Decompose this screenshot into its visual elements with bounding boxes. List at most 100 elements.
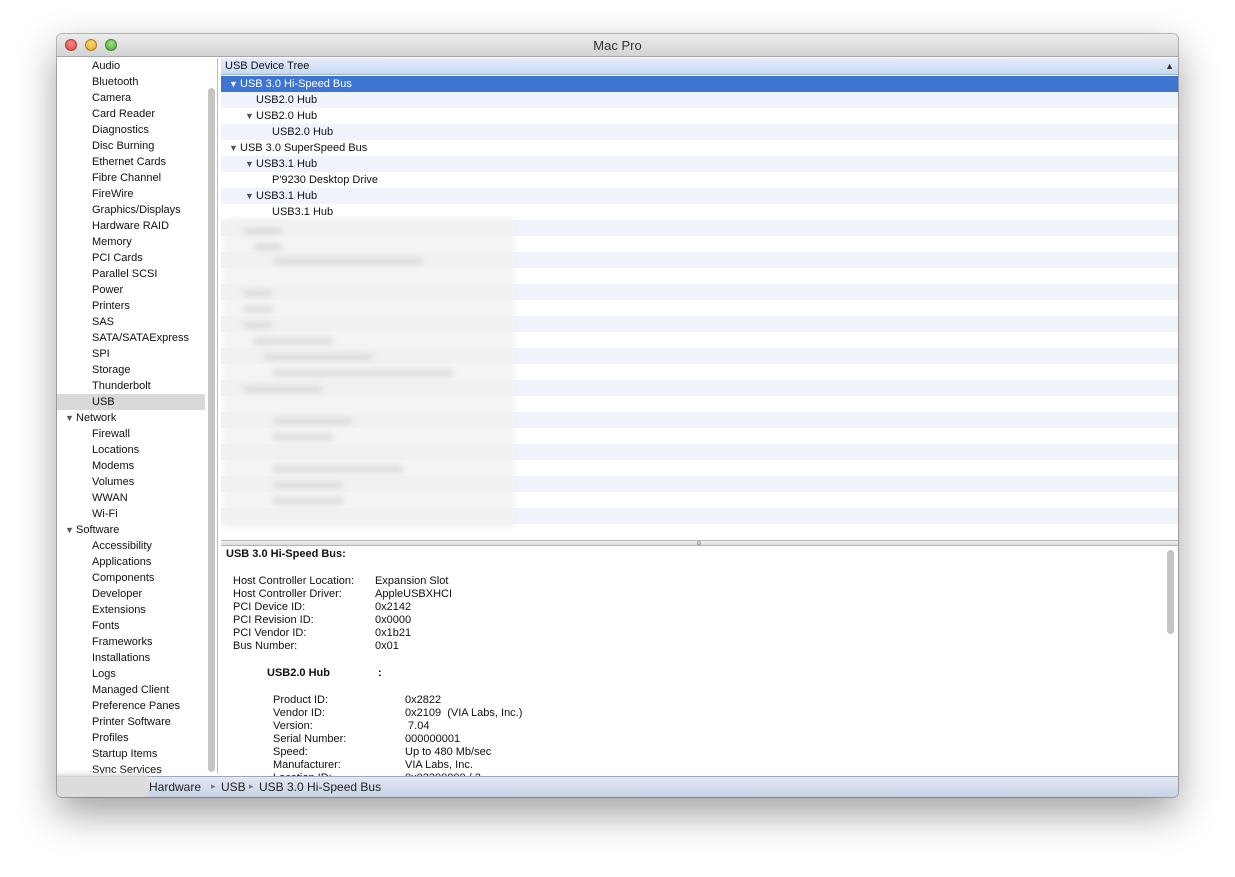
sidebar-item-label: Camera: [92, 92, 132, 104]
sidebar-item[interactable]: Fibre Channel: [57, 170, 205, 186]
tree-row[interactable]: ▼ USB 3.0 Hi-Speed Bus: [221, 76, 1178, 92]
tree-row[interactable]: USB2.0 Hub: [221, 124, 1178, 140]
sidebar-scrollbar[interactable]: [207, 66, 216, 773]
sidebar-item[interactable]: Profiles: [57, 730, 205, 746]
tree-row-label: USB 3.0 Hi-Speed Bus: [240, 78, 352, 90]
breadcrumb-item[interactable]: Hardware: [149, 780, 201, 794]
sidebar-item[interactable]: Fonts: [57, 618, 205, 634]
sidebar-scroll-thumb[interactable]: [208, 88, 215, 772]
close-button[interactable]: [65, 39, 77, 51]
sidebar-item[interactable]: PCI Cards: [57, 250, 205, 266]
usb-device-tree: USB Device Tree ▲ ▼ USB 3.0 Hi-Speed Bus U…: [221, 58, 1178, 540]
detail-value: 000000001: [405, 733, 461, 745]
detail-scroll-thumb[interactable]: [1167, 550, 1174, 634]
sidebar-item-label: Thunderbolt: [92, 380, 151, 392]
sidebar-item[interactable]: Graphics/Displays: [57, 202, 205, 218]
sidebar-item-label: Wi-Fi: [92, 508, 118, 520]
detail-key: PCI Revision ID:: [233, 614, 314, 626]
sidebar-item-label: Applications: [92, 556, 152, 568]
zoom-button[interactable]: [105, 39, 117, 51]
sidebar-item[interactable]: Startup Items: [57, 746, 205, 762]
sidebar-item[interactable]: Frameworks: [57, 634, 205, 650]
sidebar-item[interactable]: Camera: [57, 90, 205, 106]
sidebar-item-label: Ethernet Cards: [92, 156, 166, 168]
sidebar-item-label: Extensions: [92, 604, 146, 616]
sidebar-item[interactable]: SPI: [57, 346, 205, 362]
sidebar-item[interactable]: SATA/SATAExpress: [57, 330, 205, 346]
sidebar-item[interactable]: Developer: [57, 586, 205, 602]
sidebar-item[interactable]: Bluetooth: [57, 74, 205, 90]
sidebar-item[interactable]: Volumes: [57, 474, 205, 490]
sidebar-item[interactable]: Installations: [57, 650, 205, 666]
sidebar-item-label: Accessibility: [92, 540, 152, 552]
sidebar-item[interactable]: WWAN: [57, 490, 205, 506]
sidebar-section-header[interactable]: ▼ Network: [57, 410, 205, 426]
tree-row[interactable]: USB3.1 Hub: [221, 204, 1178, 220]
sidebar-item[interactable]: Hardware RAID: [57, 218, 205, 234]
tree-row[interactable]: ▼ USB3.1 Hub: [221, 156, 1178, 172]
window-title: Mac Pro: [593, 38, 642, 53]
sidebar-item-label: Memory: [92, 236, 132, 248]
disclosure-expanded-icon[interactable]: ▼: [245, 188, 254, 204]
sidebar-item[interactable]: Modems: [57, 458, 205, 474]
sidebar-item[interactable]: Logs: [57, 666, 205, 682]
sidebar-item[interactable]: Power: [57, 282, 205, 298]
tree-row-label: USB3.1 Hub: [256, 158, 318, 170]
hub-section-title: USB2.0 Hub: [267, 667, 330, 679]
sidebar-item-label: Logs: [92, 668, 116, 680]
tree-column-header[interactable]: USB Device Tree ▲: [221, 58, 1178, 75]
sidebar-item[interactable]: Disc Burning: [57, 138, 205, 154]
sidebar-item[interactable]: Ethernet Cards: [57, 154, 205, 170]
sidebar-item[interactable]: Accessibility: [57, 538, 205, 554]
sidebar-item[interactable]: Thunderbolt: [57, 378, 205, 394]
disclosure-expanded-icon[interactable]: ▼: [245, 156, 254, 172]
sidebar-item[interactable]: Memory: [57, 234, 205, 250]
disclosure-expanded-icon[interactable]: ▼: [229, 140, 238, 156]
sidebar-item[interactable]: Extensions: [57, 602, 205, 618]
detail-key: Vendor ID:: [273, 707, 325, 719]
detail-scrollbar[interactable]: [1165, 548, 1175, 773]
sidebar-item[interactable]: Diagnostics: [57, 122, 205, 138]
tree-row[interactable]: ▼ USB 3.0 SuperSpeed Bus: [221, 140, 1178, 156]
sidebar-item[interactable]: Card Reader: [57, 106, 205, 122]
disclosure-expanded-icon[interactable]: ▼: [245, 108, 254, 124]
disclosure-expanded-icon[interactable]: ▼: [65, 522, 74, 538]
detail-pane: USB 3.0 Hi-Speed Bus: Host Controller Lo…: [221, 546, 1178, 776]
tree-row[interactable]: ▼ USB3.1 Hub: [221, 188, 1178, 204]
sidebar-item[interactable]: Managed Client: [57, 682, 205, 698]
sidebar-item[interactable]: Parallel SCSI: [57, 266, 205, 282]
sidebar-item[interactable]: SAS: [57, 314, 205, 330]
tree-row[interactable]: USB2.0 Hub: [221, 92, 1178, 108]
detail-value: Expansion Slot: [375, 575, 449, 587]
disclosure-expanded-icon[interactable]: ▼: [229, 76, 238, 92]
sidebar-item[interactable]: USB: [57, 394, 205, 410]
redacted-text-line: [253, 338, 333, 344]
sidebar-item[interactable]: Storage: [57, 362, 205, 378]
sidebar-section-header[interactable]: ▼ Software: [57, 522, 205, 538]
minimize-button[interactable]: [85, 39, 97, 51]
tree-row[interactable]: P'9230 Desktop Drive: [221, 172, 1178, 188]
detail-key: Product ID:: [273, 694, 329, 706]
sort-ascending-icon[interactable]: ▲: [1165, 58, 1174, 74]
sidebar-item[interactable]: Firewall: [57, 426, 205, 442]
detail-key: Serial Number:: [273, 733, 347, 745]
sidebar-section-label: Software: [76, 524, 120, 536]
breadcrumb-separator-icon: ▸: [249, 781, 254, 791]
detail-value: 0x1b21: [375, 627, 412, 639]
sidebar-item[interactable]: Printers: [57, 298, 205, 314]
sidebar-item[interactable]: Preference Panes: [57, 698, 205, 714]
detail-title: USB 3.0 Hi-Speed Bus:: [226, 548, 346, 560]
sidebar-item[interactable]: Wi-Fi: [57, 506, 205, 522]
sidebar-item[interactable]: Audio: [57, 58, 205, 74]
sidebar-item[interactable]: Components: [57, 570, 205, 586]
sidebar-item[interactable]: Locations: [57, 442, 205, 458]
disclosure-expanded-icon[interactable]: ▼: [65, 410, 74, 426]
sidebar-item-label: Audio: [92, 60, 121, 72]
sidebar-item[interactable]: FireWire: [57, 186, 205, 202]
breadcrumb-item[interactable]: USB: [221, 780, 246, 794]
sidebar-item[interactable]: Printer Software: [57, 714, 205, 730]
tree-row[interactable]: ▼ USB2.0 Hub: [221, 108, 1178, 124]
sidebar-item[interactable]: Sync Services: [57, 762, 205, 774]
sidebar-item[interactable]: Applications: [57, 554, 205, 570]
breadcrumb-item[interactable]: USB 3.0 Hi-Speed Bus: [259, 780, 381, 794]
